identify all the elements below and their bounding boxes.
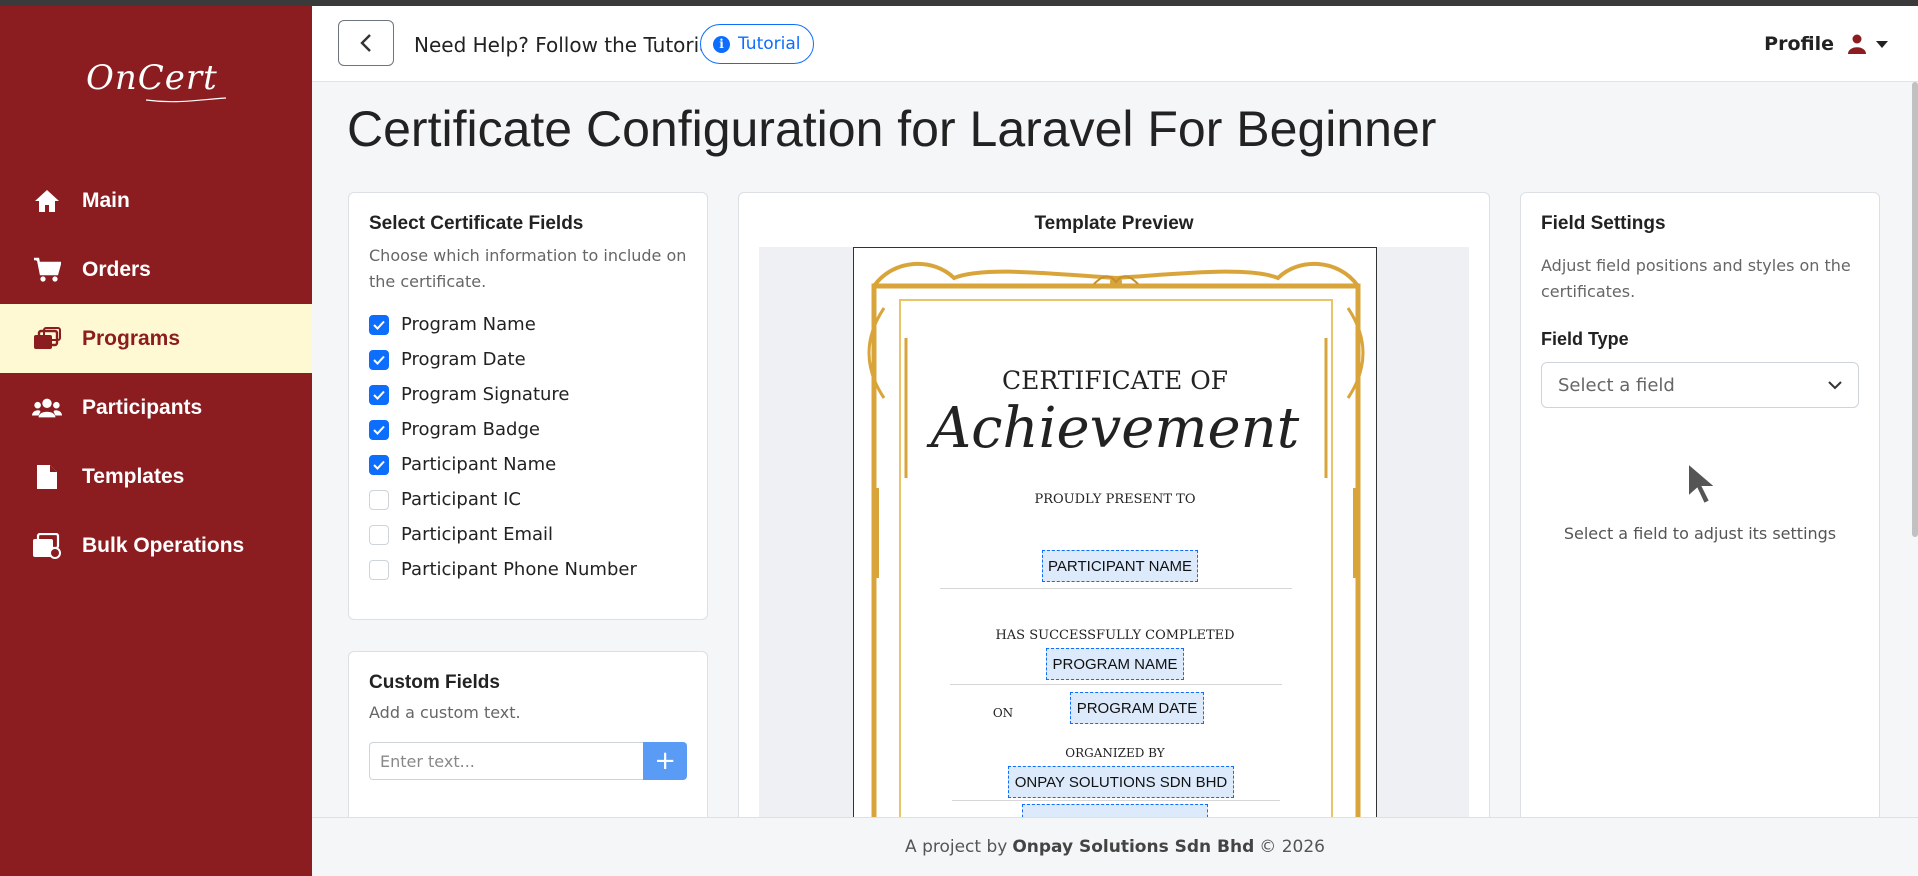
card-title: Template Preview	[1034, 213, 1194, 234]
field-option-program-badge[interactable]: Program Badge	[369, 412, 687, 447]
divider-line	[940, 588, 1292, 589]
footer-company: Onpay Solutions Sdn Bhd	[1012, 837, 1255, 857]
divider-line	[950, 684, 1282, 685]
users-icon	[32, 393, 62, 423]
custom-text-input[interactable]	[369, 742, 644, 780]
divider-line	[952, 800, 1280, 801]
back-button[interactable]	[338, 20, 394, 66]
sidebar-item-main[interactable]: Main	[0, 166, 312, 235]
tutorial-button[interactable]: i Tutorial	[700, 24, 814, 64]
card-description: Choose which information to include on t…	[369, 246, 687, 291]
field-option-program-signature[interactable]: Program Signature	[369, 377, 687, 412]
card-description: Add a custom text.	[369, 703, 521, 722]
option-label: Participant Email	[401, 524, 554, 545]
select-placeholder: Select a field	[1558, 374, 1675, 396]
programs-icon	[32, 324, 62, 354]
settings-hint: Select a field to adjust its settings	[1563, 524, 1837, 543]
footer: A project by Onpay Solutions Sdn Bhd © 2…	[312, 817, 1918, 876]
participant-name-field[interactable]: PARTICIPANT NAME	[1042, 550, 1198, 582]
certificate-heading: CERTIFICATE OF	[1001, 366, 1229, 395]
checkbox-unchecked[interactable]	[369, 489, 389, 510]
chevron-down-icon	[1828, 381, 1842, 390]
card-title: Select Certificate Fields	[369, 213, 584, 234]
option-label: Participant Phone Number	[401, 559, 637, 580]
option-label: Participant Name	[401, 454, 557, 475]
certificate-script-title: Achievement	[930, 396, 1300, 461]
certificate-fields-card: Select Certificate Fields Choose which i…	[348, 192, 708, 620]
sidebar-nav: Main Orders Programs Participants Templa…	[0, 166, 312, 580]
checkbox-checked[interactable]	[369, 349, 389, 370]
profile-menu[interactable]: Profile	[1764, 33, 1888, 55]
bulk-icon	[32, 531, 62, 561]
program-name-field[interactable]: PROGRAM NAME	[1046, 648, 1184, 680]
file-icon	[32, 462, 62, 492]
sidebar-item-bulk-operations[interactable]: Bulk Operations	[0, 511, 312, 580]
field-option-participant-phone[interactable]: Participant Phone Number	[369, 552, 687, 587]
sidebar-item-label: Participants	[82, 395, 203, 419]
field-option-program-name[interactable]: Program Name	[369, 307, 687, 342]
checkbox-checked[interactable]	[369, 419, 389, 440]
option-label: Participant IC	[401, 489, 521, 510]
field-option-participant-ic[interactable]: Participant IC	[369, 482, 687, 517]
page-title: Certificate Configuration for Laravel Fo…	[347, 101, 1437, 157]
profile-label: Profile	[1764, 33, 1834, 55]
field-option-participant-email[interactable]: Participant Email	[369, 517, 687, 552]
sidebar-item-label: Templates	[82, 464, 185, 488]
checkbox-unchecked[interactable]	[369, 524, 389, 545]
card-title: Custom Fields	[369, 672, 500, 693]
info-icon: i	[713, 35, 730, 53]
card-description: Adjust field positions and styles on the…	[1541, 256, 1851, 301]
custom-field-row: +	[369, 742, 687, 780]
cart-icon	[32, 255, 62, 285]
sidebar-item-label: Programs	[82, 326, 181, 350]
sidebar-item-orders[interactable]: Orders	[0, 235, 312, 304]
card-title: Field Settings	[1541, 213, 1666, 234]
checkbox-unchecked[interactable]	[369, 559, 389, 580]
completed-line: HAS SUCCESSFULLY COMPLETED	[995, 628, 1235, 643]
option-label: Program Badge	[401, 419, 540, 440]
window-top-bar	[0, 0, 1918, 6]
sidebar-item-label: Orders	[82, 257, 151, 281]
sidebar-item-participants[interactable]: Participants	[0, 373, 312, 442]
certificate-preview: CERTIFICATE OF Achievement PROUDLY PRESE…	[853, 247, 1377, 867]
field-checkbox-list: Program Name Program Date Program Signat…	[369, 307, 687, 587]
field-type-label: Field Type	[1541, 329, 1629, 349]
logo-swash	[145, 97, 227, 103]
cursor-pointer-icon	[1687, 461, 1719, 506]
template-preview-card: Template Preview CERTIFICATE OF Achievem…	[738, 192, 1490, 876]
sidebar-item-templates[interactable]: Templates	[0, 442, 312, 511]
program-date-field[interactable]: PROGRAM DATE	[1070, 692, 1204, 724]
sidebar-item-label: Bulk Operations	[82, 533, 245, 557]
sidebar-item-label: Main	[82, 188, 130, 212]
home-icon	[32, 186, 62, 216]
checkbox-checked[interactable]	[369, 384, 389, 405]
preview-canvas: CERTIFICATE OF Achievement PROUDLY PRESE…	[759, 247, 1469, 867]
present-line: PROUDLY PRESENT TO	[1034, 492, 1196, 507]
sidebar: OnCert Main Orders Programs Participants…	[0, 6, 312, 876]
caret-down-icon	[1876, 40, 1888, 48]
oncert-logo[interactable]: OnCert	[86, 42, 236, 112]
organized-line: ORGANIZED BY	[1065, 746, 1165, 760]
field-option-program-date[interactable]: Program Date	[369, 342, 687, 377]
tutorial-label: Tutorial	[738, 34, 801, 54]
footer-prefix: A project by	[905, 837, 1008, 857]
field-settings-card: Field Settings Adjust field positions an…	[1520, 192, 1880, 876]
option-label: Program Date	[401, 349, 526, 370]
user-icon	[1848, 34, 1866, 54]
page-scrollbar[interactable]	[1912, 82, 1918, 537]
option-label: Program Signature	[401, 384, 570, 405]
add-custom-field-button[interactable]: +	[643, 742, 687, 780]
checkbox-checked[interactable]	[369, 314, 389, 335]
sidebar-item-programs[interactable]: Programs	[0, 304, 312, 373]
footer-copyright: © 2026	[1259, 837, 1325, 857]
checkbox-checked[interactable]	[369, 454, 389, 475]
top-header: Need Help? Follow the Tutorial i Tutoria…	[312, 6, 1918, 82]
help-text: Need Help? Follow the Tutorial	[414, 33, 717, 57]
option-label: Program Name	[401, 314, 536, 335]
organizer-field[interactable]: ONPAY SOLUTIONS SDN BHD	[1008, 766, 1234, 798]
chevron-left-icon	[360, 34, 371, 52]
field-option-participant-name[interactable]: Participant Name	[369, 447, 687, 482]
field-type-select[interactable]: Select a field	[1541, 362, 1859, 408]
plus-icon: +	[654, 746, 677, 776]
